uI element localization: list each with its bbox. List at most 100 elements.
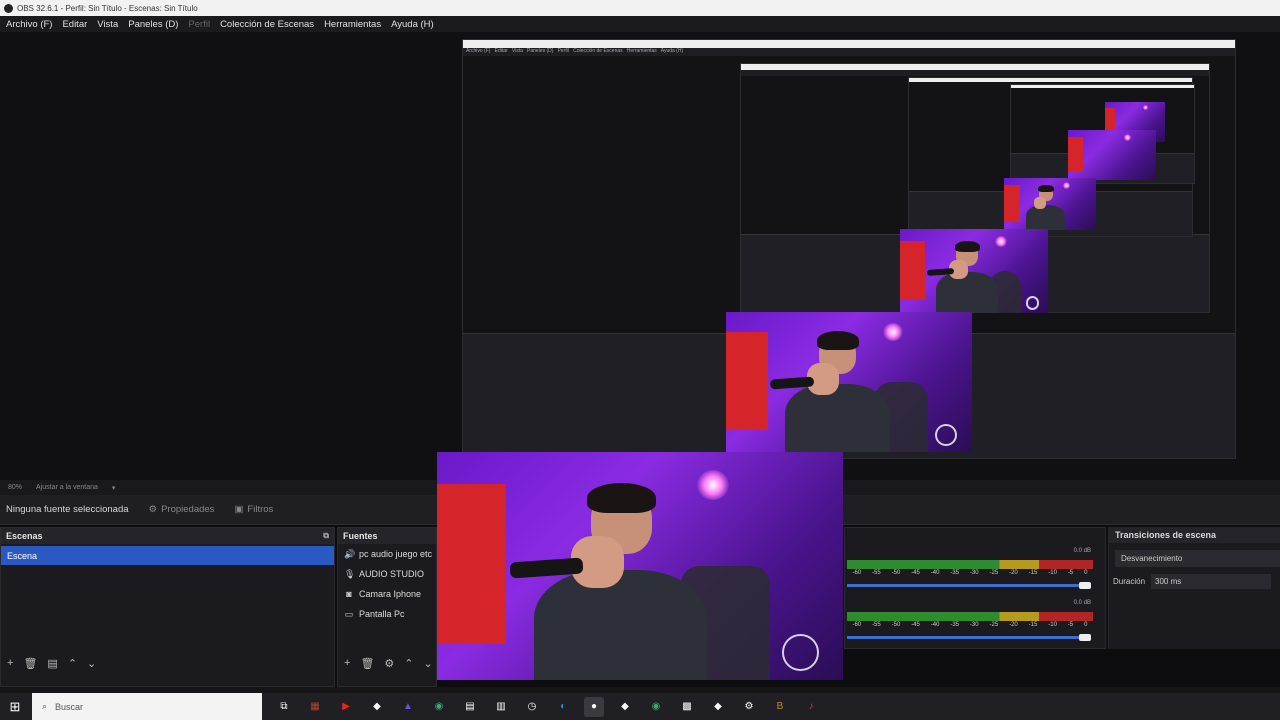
source-item[interactable]: ◙ Camara Iphone — [338, 584, 436, 604]
meter-tick: -60 — [852, 570, 862, 576]
speaker-icon: 🔊 — [344, 548, 356, 559]
add-scene-icon[interactable]: + — [7, 657, 13, 669]
source-label: Pantalla Pc — [359, 609, 405, 619]
tiktok-icon[interactable]: ♪ — [801, 697, 821, 717]
meter-tick: -40 — [930, 570, 940, 576]
volume-meter — [847, 560, 1093, 569]
source-item[interactable]: ▭ Pantalla Pc — [338, 604, 436, 624]
meter-tick: -10 — [1048, 622, 1057, 628]
source-label: AUDIO STUDIO — [359, 569, 425, 579]
fit-window-button[interactable]: Ajustar a la ventana — [36, 484, 98, 491]
chrome-icon[interactable]: ◉ — [646, 697, 666, 717]
meter-tick: -20 — [1009, 622, 1018, 628]
meter-tick: -15 — [1028, 622, 1038, 628]
nested-camera-3 — [900, 229, 1048, 313]
meter-tick: -25 — [989, 622, 999, 628]
search-icon: ⌕ — [42, 701, 48, 711]
menu-archivo[interactable]: Archivo (F) — [6, 19, 52, 30]
move-up-icon[interactable]: ⌃ — [404, 657, 413, 670]
preview-canvas[interactable]: Archivo (F) Editar Vista Paneles (D) Per… — [0, 32, 1280, 480]
menu-paneles[interactable]: Paneles (D) — [128, 19, 178, 30]
menu-herramientas[interactable]: Herramientas — [324, 19, 381, 30]
task-view-icon[interactable]: ⧉ — [274, 697, 294, 717]
volume-knob[interactable] — [1079, 582, 1091, 589]
remove-scene-icon[interactable]: 🗑 — [23, 657, 37, 670]
camera-icon: ◙ — [346, 589, 352, 599]
volume-slider[interactable] — [847, 584, 1087, 587]
move-down-icon[interactable]: ⌄ — [424, 657, 433, 670]
meter-tick: -45 — [911, 622, 920, 628]
meter-tick: 0 — [1084, 622, 1088, 628]
obs-logo-icon — [4, 3, 13, 13]
film-app-icon[interactable]: ▦ — [305, 697, 325, 717]
source-label: pc audio juego etc — [359, 549, 433, 559]
no-source-label: Ninguna fuente seleccionada — [6, 504, 129, 515]
dropdown-icon[interactable]: ▾ — [112, 484, 116, 492]
youtube-icon[interactable]: ▶ — [336, 697, 356, 717]
scenes-title: Escenas — [6, 531, 43, 541]
clock-app-icon[interactable]: ◷ — [522, 697, 542, 717]
windows-start-icon[interactable]: ⊞ — [0, 693, 30, 720]
add-source-icon[interactable]: + — [344, 657, 350, 669]
meter-tick: -30 — [969, 622, 979, 628]
menu-perfil[interactable]: Perfil — [188, 19, 210, 30]
meter-tick: -45 — [911, 570, 920, 576]
source-item[interactable]: 🎙 AUDIO STUDIO — [338, 564, 436, 584]
obs-icon[interactable]: ● — [584, 696, 604, 717]
taskbar-apps: ⧉ ▦ ▶ ◆ ▲ ◉ ▤ ▥ ◷ ◐ ● ◆ ◉ ▩ ◆ ⚙ B ♪ — [262, 696, 821, 717]
camera-source-preview[interactable] — [437, 452, 843, 680]
menu-editar[interactable]: Editar — [62, 19, 87, 30]
mic-logo-icon — [782, 634, 819, 671]
scene-filter-icon[interactable]: ▤ — [47, 657, 57, 670]
meter-tick: -35 — [950, 570, 960, 576]
brave-icon[interactable]: B — [770, 697, 790, 717]
zoom-level[interactable]: 80% — [8, 484, 22, 491]
monitor-icon: ▭ — [344, 608, 354, 619]
meter-tick: -5 — [1067, 570, 1074, 576]
source-item[interactable]: 🔊 pc audio juego etc — [338, 544, 436, 564]
filters-button[interactable]: ▣ Filtros — [234, 504, 273, 515]
volume-knob[interactable] — [1079, 634, 1091, 641]
menu-coleccion-escenas[interactable]: Colección de Escenas — [220, 19, 314, 30]
chrome-icon[interactable]: ◉ — [429, 697, 449, 717]
track-db: 0.0 dB — [1073, 548, 1091, 554]
steam-icon[interactable]: ⚙ — [739, 697, 759, 717]
meter-tick: -20 — [1009, 570, 1018, 576]
meter-tick: -25 — [989, 570, 999, 576]
duration-label: Duración — [1113, 577, 1146, 586]
audio-mixer: 0.0 dB -60 -55 -50 -45 -40 -35 -30 -25 -20 -15 -10… — [844, 527, 1106, 649]
calendar-icon[interactable]: ▩ — [677, 697, 697, 717]
gear-icon: ⚙ — [148, 504, 158, 515]
source-settings-icon[interactable]: ⚙ — [384, 657, 394, 670]
menu-vista[interactable]: Vista — [97, 19, 118, 30]
taskbar: ⊞ ⌕ Buscar ⧉ ▦ ▶ ◆ ▲ ◉ ▤ ▥ ◷ ◐ ● ◆ ◉ ▩ ◆ ⚙ B ♪ — [0, 693, 1280, 720]
meter-tick: -30 — [969, 570, 979, 576]
dock-float-icon[interactable]: ⧉ — [323, 531, 329, 541]
meter-ticks: -60 -55 -50 -45 -40 -35 -30 -25 -20 -15 -10 -5 0 — [847, 570, 1093, 577]
properties-button[interactable]: ⚙ Propiedades — [149, 504, 215, 515]
volume-slider[interactable] — [847, 636, 1087, 639]
duration-input[interactable]: 300 ms — [1151, 574, 1272, 589]
taskbar-search[interactable]: ⌕ Buscar — [32, 693, 262, 720]
duration-row: Duración 300 ms — [1113, 574, 1280, 589]
proton-icon[interactable]: ▲ — [398, 697, 418, 717]
app-icon[interactable]: ◆ — [615, 697, 635, 717]
move-down-icon[interactable]: ⌄ — [87, 657, 96, 670]
nested-camera-2 — [726, 312, 972, 452]
nested-camera-5 — [1068, 130, 1156, 180]
transition-select[interactable]: Desvanecimiento — [1115, 550, 1280, 567]
remove-source-icon[interactable]: 🗑 — [360, 657, 374, 670]
scene-item[interactable]: Escena — [1, 546, 334, 565]
menu-ayuda[interactable]: Ayuda (H) — [391, 19, 434, 30]
sources-dock: Fuentes 🔊 pc audio juego etc 🎙 AUDIO STUDI… — [337, 527, 437, 687]
edge-icon[interactable]: ◐ — [553, 697, 573, 717]
window-title: OBS 32.6.1 - Perfil: Sin Título - Escena… — [17, 3, 198, 13]
app-icon[interactable]: ◆ — [367, 697, 387, 717]
files-icon[interactable]: ▥ — [491, 697, 511, 717]
meter-tick: -40 — [930, 622, 940, 628]
move-up-icon[interactable]: ⌃ — [68, 657, 77, 670]
app-icon[interactable]: ◆ — [708, 697, 728, 717]
notepad-icon[interactable]: ▤ — [460, 697, 480, 717]
filter-icon: ▣ — [234, 504, 244, 515]
transitions-title: Transiciones de escena — [1109, 527, 1280, 543]
